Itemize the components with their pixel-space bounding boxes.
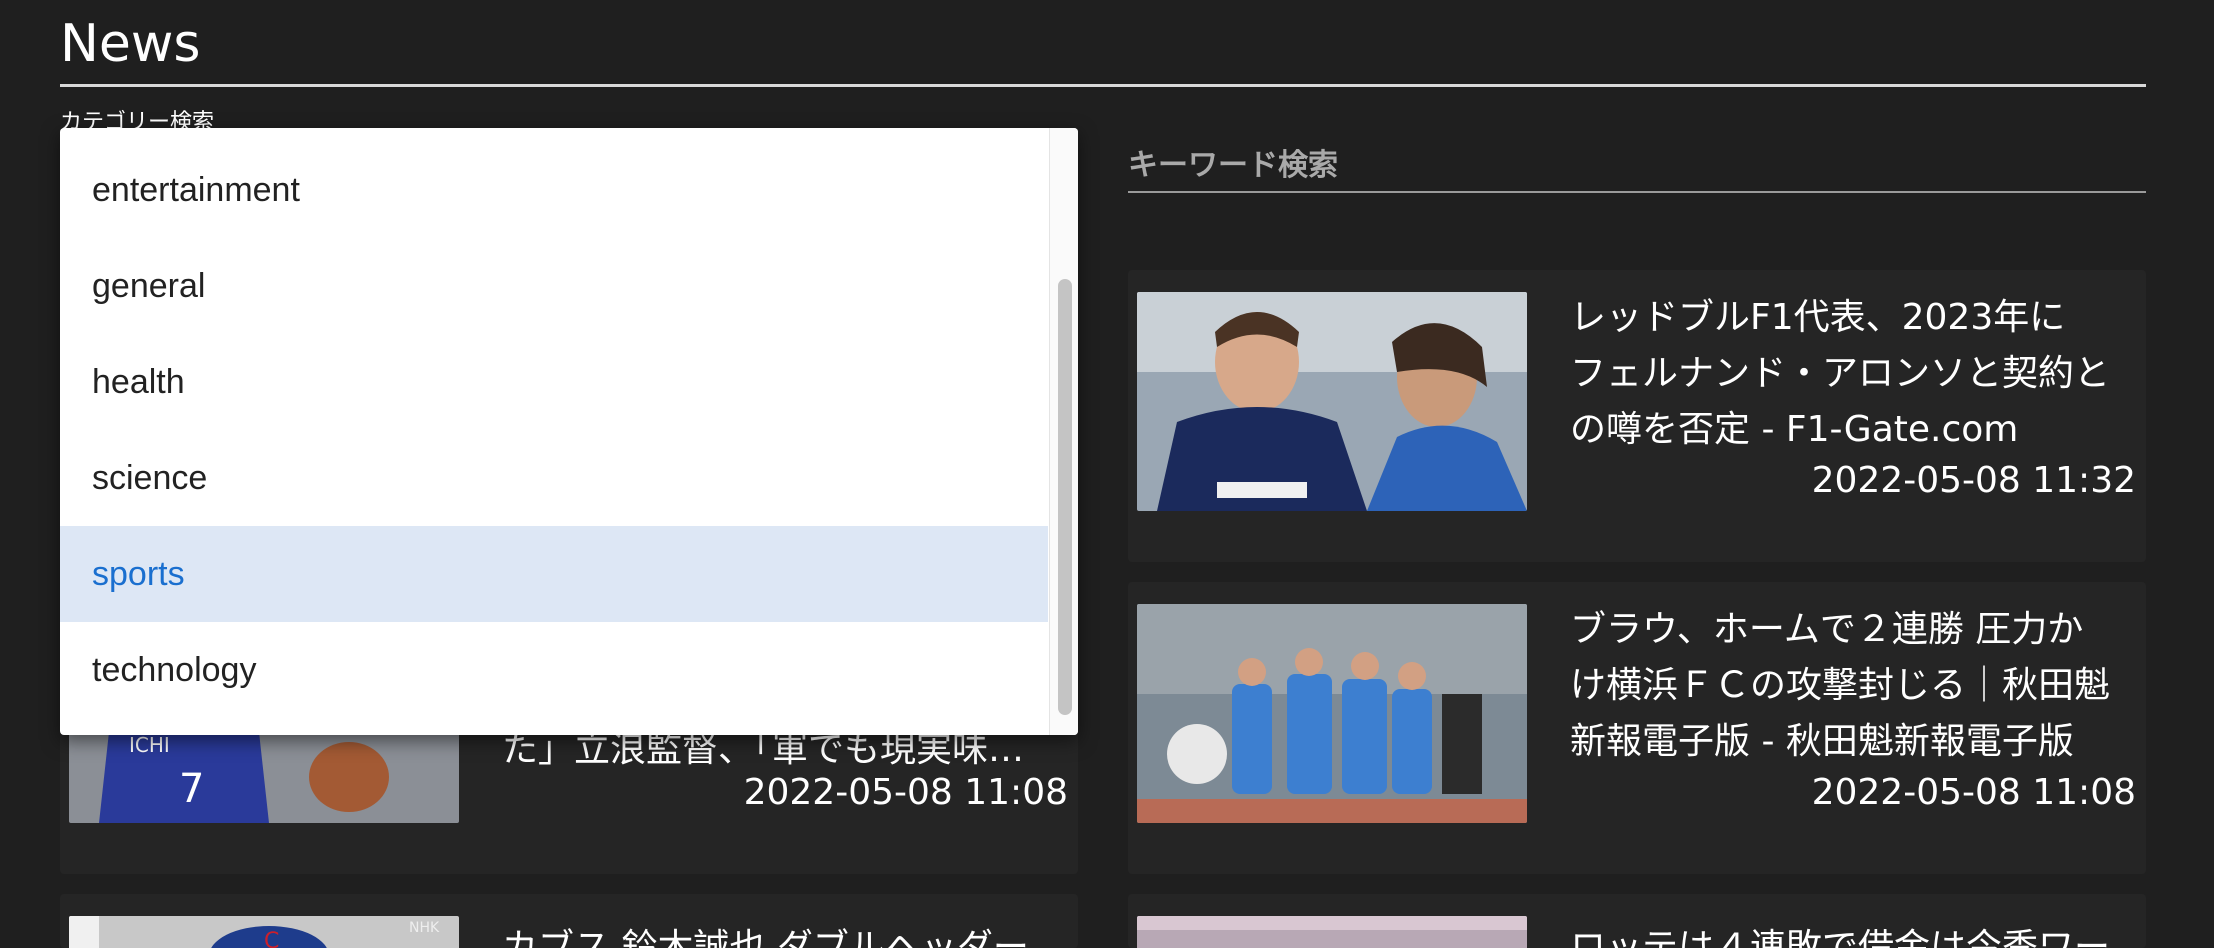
article-headline[interactable]: レッドブルF1代表、2023年に フェルナンド・アロンソと契約と の噂を否定 -…	[1570, 290, 2136, 458]
article-thumbnail	[1137, 292, 1527, 511]
article-date: 2022-05-08 11:08	[743, 772, 1068, 813]
keyword-search-underline	[1128, 191, 2146, 193]
news-card[interactable]: ロッテは４連敗で借金は今季ワー	[1128, 894, 2146, 948]
dropdown-option-technology[interactable]: technology	[60, 622, 1048, 718]
news-card[interactable]: ブラウ、ホームで２連勝 圧力か け横浜ＦＣの攻撃封じる｜秋田魁 新報電子版 - …	[1128, 582, 2146, 874]
svg-text:7: 7	[179, 766, 204, 812]
svg-text:NHK: NHK	[409, 920, 440, 936]
svg-text:C: C	[264, 929, 279, 948]
headline-line: レッドブルF1代表、2023年に	[1570, 297, 2066, 338]
svg-text:ICHI: ICHI	[129, 733, 170, 757]
keyword-search-input[interactable]: キーワード検索	[1128, 140, 1338, 184]
article-headline[interactable]: カブス 鈴木誠也 ダブルヘッダー	[502, 918, 1068, 948]
headline-line: ブラウ、ホームで２連勝 圧力か	[1570, 609, 2084, 650]
article-thumbnail	[1137, 916, 1527, 948]
article-thumbnail: 7 ICHI	[69, 732, 459, 823]
article-thumbnail: C NHK	[69, 916, 459, 948]
dropdown-option-entertainment[interactable]: entertainment	[60, 142, 1048, 238]
headline-line: の噂を否定 - F1-Gate.com	[1570, 409, 2019, 450]
headline-line: フェルナンド・アロンソと契約と	[1570, 353, 2111, 394]
dropdown-option-science[interactable]: science	[60, 430, 1048, 526]
dropdown-option-general[interactable]: general	[60, 238, 1048, 334]
headline-line: け横浜ＦＣの攻撃封じる｜秋田魁	[1570, 665, 2111, 706]
dropdown-scrollbar[interactable]	[1049, 128, 1078, 735]
article-date: 2022-05-08 11:08	[1811, 772, 2136, 813]
article-date: 2022-05-08 11:32	[1811, 460, 2136, 501]
article-headline[interactable]: ロッテは４連敗で借金は今季ワー	[1570, 918, 2136, 948]
news-card[interactable]: レッドブルF1代表、2023年に フェルナンド・アロンソと契約と の噂を否定 -…	[1128, 270, 2146, 562]
page-title: News	[60, 14, 201, 74]
headline-line: 新報電子版 - 秋田魁新報電子版	[1570, 721, 2074, 762]
news-card[interactable]: C NHK カブス 鈴木誠也 ダブルヘッダー	[60, 894, 1078, 948]
title-divider	[60, 84, 2146, 87]
dropdown-option-health[interactable]: health	[60, 334, 1048, 430]
dropdown-scrollbar-thumb[interactable]	[1058, 279, 1072, 715]
dropdown-option-sports[interactable]: sports	[60, 526, 1048, 622]
article-headline[interactable]: ブラウ、ホームで２連勝 圧力か け横浜ＦＣの攻撃封じる｜秋田魁 新報電子版 - …	[1570, 602, 2136, 770]
article-thumbnail	[1137, 604, 1527, 823]
category-dropdown-list[interactable]: entertainment general health science spo…	[60, 128, 1078, 735]
